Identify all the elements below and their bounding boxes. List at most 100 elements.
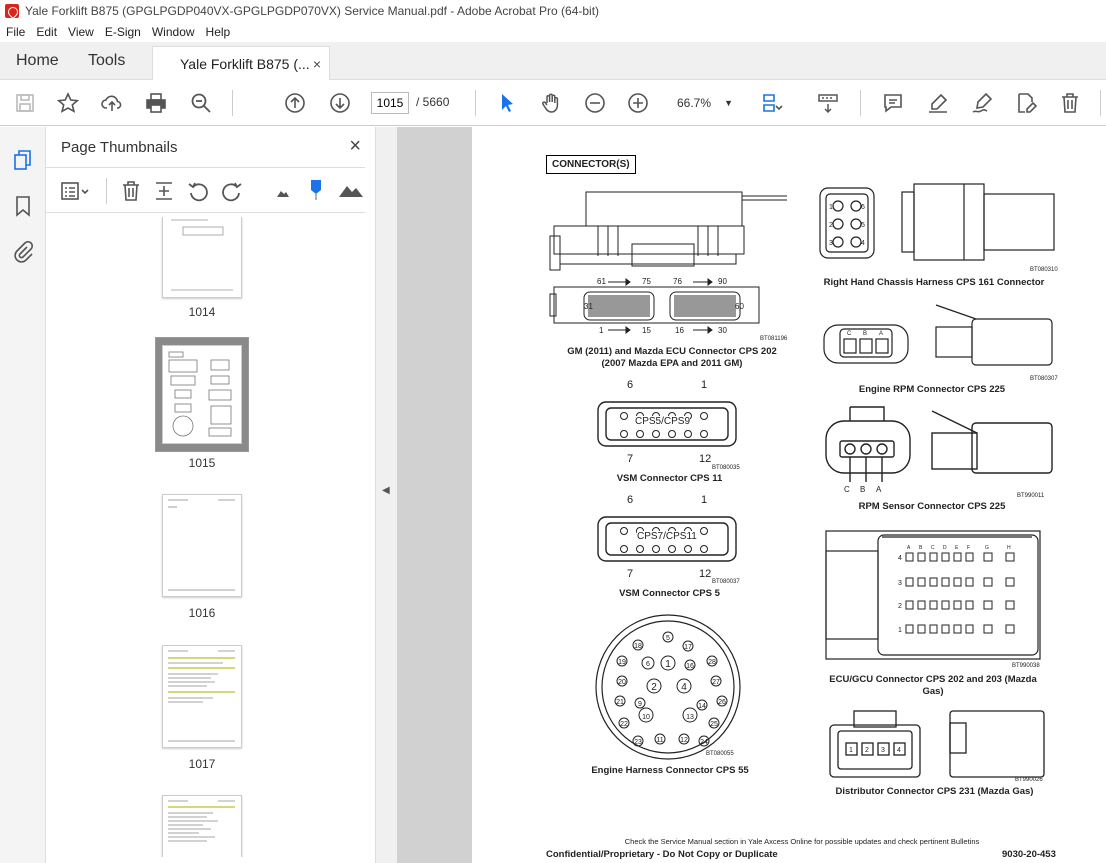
tab-close-icon[interactable]: × <box>313 47 321 81</box>
tab-document[interactable]: Yale Forklift B875 (... × <box>152 46 330 81</box>
panel-collapse-handle[interactable]: ◀ <box>375 127 397 863</box>
small-mountain-icon[interactable] <box>272 180 294 202</box>
select-cursor-icon[interactable] <box>496 92 518 114</box>
zoom-level-select[interactable]: 66.7% ▼ <box>663 92 743 114</box>
menu-esign[interactable]: E-Sign <box>99 25 146 39</box>
bookmark-star-icon[interactable] <box>56 92 80 114</box>
comment-icon[interactable] <box>882 92 904 114</box>
svg-text:18: 18 <box>634 643 642 650</box>
zoom-level-value: 66.7% <box>677 96 712 110</box>
footer-confidential: Confidential/Proprietary - Do Not Copy o… <box>546 849 778 860</box>
thumbnail-page-selected[interactable] <box>162 345 242 444</box>
page-number-input[interactable] <box>371 92 409 114</box>
pin-label: 7 <box>627 453 634 465</box>
engine-rpm-connector-figure: CBA <box>822 295 1057 380</box>
tab-tools[interactable]: Tools <box>88 42 125 80</box>
insert-page-icon[interactable] <box>153 180 175 202</box>
thumbnail-label: 1014 <box>188 305 216 319</box>
thumbnail-page[interactable] <box>162 795 242 857</box>
tab-home[interactable]: Home <box>16 42 59 80</box>
page-thumbnails-icon[interactable] <box>12 149 34 171</box>
menu-help[interactable]: Help <box>200 25 236 39</box>
pin-label: 1 <box>701 494 708 506</box>
zoom-search-icon[interactable] <box>190 92 212 114</box>
hand-tool-icon[interactable] <box>540 92 562 114</box>
pin-label: 31 <box>584 302 593 311</box>
pin-label: 7 <box>627 568 634 580</box>
menu-window[interactable]: Window <box>146 25 200 39</box>
pin-label: 6 <box>627 379 634 391</box>
svg-text:C: C <box>847 331 852 337</box>
menu-file[interactable]: File <box>0 25 30 39</box>
panel-close-icon[interactable]: × <box>349 135 361 158</box>
delete-trash-icon[interactable] <box>1059 92 1081 114</box>
zoom-out-icon[interactable] <box>584 92 606 114</box>
thumbnail-size-slider[interactable] <box>305 178 327 200</box>
svg-text:2: 2 <box>651 682 657 693</box>
figure-code: BT081196 <box>760 336 788 342</box>
svg-text:21: 21 <box>616 699 624 706</box>
distributor-caption: Distributor Connector CPS 231 (Mazda Gas… <box>835 786 1034 797</box>
thumbnail-page[interactable] <box>162 645 242 748</box>
menu-bar: File Edit View E-Sign Window Help <box>0 22 1106 42</box>
large-mountain-icon[interactable] <box>338 178 363 200</box>
svg-text:A: A <box>879 331 883 337</box>
menu-edit[interactable]: Edit <box>30 25 62 39</box>
connector-name: CPS5/CPS9 <box>635 416 691 427</box>
page-total: / 5660 <box>416 95 450 109</box>
bookmarks-icon[interactable] <box>12 195 34 217</box>
document-view[interactable]: CONNECTOR(S) 61 75 76 90 31 60 1 15 16 3… <box>397 127 1106 863</box>
highlight-pen-icon[interactable] <box>927 92 949 114</box>
vsm-cps11-connector-figure <box>592 392 742 467</box>
pin-label: 6 <box>627 494 634 506</box>
print-icon[interactable] <box>145 92 167 114</box>
rotate-left-icon[interactable] <box>187 180 209 202</box>
next-page-icon[interactable] <box>329 92 351 114</box>
rpm-sensor-caption: RPM Sensor Connector CPS 225 <box>858 501 1006 512</box>
menu-view[interactable]: View <box>62 25 99 39</box>
thumbnail-page[interactable] <box>162 217 242 298</box>
save-icon[interactable] <box>14 92 36 114</box>
delete-page-icon[interactable] <box>120 180 142 202</box>
figure-code: BT080037 <box>712 579 740 585</box>
thumbnail-list: 1014 1015 1016 1017 <box>46 217 356 857</box>
window-title: Yale Forklift B875 (GPGLPGDP040VX-GPGLPG… <box>25 4 600 18</box>
svg-text:19: 19 <box>618 659 626 666</box>
vsm11-caption: VSM Connector CPS 11 <box>616 473 723 484</box>
pin-label: 1 <box>599 326 604 335</box>
svg-text:1: 1 <box>665 659 671 670</box>
figure-code: BT080055 <box>706 751 734 757</box>
scroll-mode-icon[interactable] <box>817 92 839 114</box>
page-display-icon[interactable] <box>761 92 783 114</box>
figure-code: BT990026 <box>1015 777 1043 783</box>
sign-pen-icon[interactable] <box>971 92 993 114</box>
edit-pdf-icon[interactable] <box>1015 92 1038 114</box>
ecu-gcu-caption-line1: ECU/GCU Connector CPS 202 and 203 (Mazda <box>829 674 1037 685</box>
pin-label: 1 <box>701 379 708 391</box>
svg-text:G: G <box>985 545 989 551</box>
svg-text:3: 3 <box>898 580 902 587</box>
rotate-right-icon[interactable] <box>221 180 243 202</box>
toolbar-separator <box>475 90 476 116</box>
svg-text:1: 1 <box>849 747 853 754</box>
pin-label: 60 <box>735 302 744 311</box>
toolbar-separator <box>232 90 233 116</box>
distributor-connector-figure: 1 2 3 4 <box>824 707 1049 787</box>
thumbnail-panel: Page Thumbnails × 1014 1015 1016 1017 <box>46 127 413 863</box>
thumbnail-page[interactable] <box>162 494 242 597</box>
svg-text:3: 3 <box>881 747 885 754</box>
acrobat-icon <box>5 4 19 18</box>
pin-label: 75 <box>642 277 651 286</box>
pdf-page: CONNECTOR(S) 61 75 76 90 31 60 1 15 16 3… <box>472 127 1106 863</box>
upload-cloud-icon[interactable] <box>101 92 123 114</box>
thumbnail-toolbar <box>46 167 365 213</box>
attachments-icon[interactable] <box>12 240 34 263</box>
svg-text:23: 23 <box>634 739 642 746</box>
previous-page-icon[interactable] <box>284 92 306 114</box>
vsm5-caption: VSM Connector CPS 5 <box>619 588 720 599</box>
options-menu-icon[interactable] <box>60 180 89 202</box>
gm-ecu-caption-line2: (2007 Mazda EPA and 2011 GM) <box>601 358 743 369</box>
svg-text:25: 25 <box>710 721 718 728</box>
svg-text:14: 14 <box>698 703 706 710</box>
zoom-in-icon[interactable] <box>627 92 649 114</box>
